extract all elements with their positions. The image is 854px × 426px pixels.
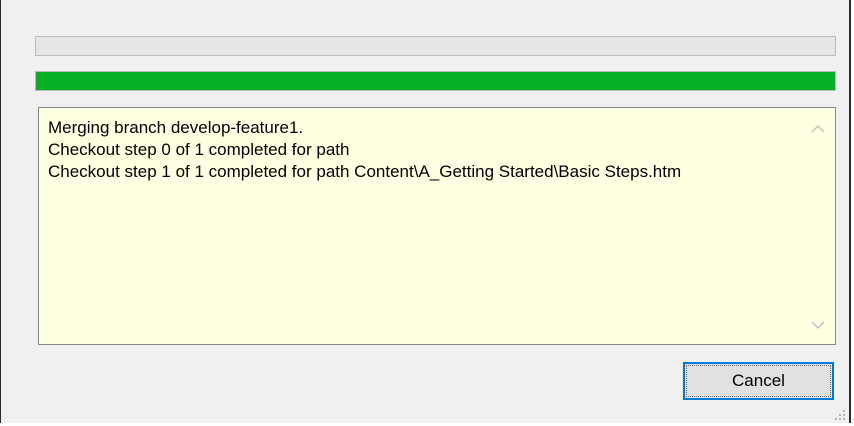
log-line: Merging branch develop-feature1. <box>48 118 304 137</box>
cancel-button[interactable]: Cancel <box>683 362 834 400</box>
vertical-scrollbar[interactable] <box>801 108 835 344</box>
resize-grip-icon[interactable] <box>834 408 846 420</box>
chevron-down-icon[interactable] <box>801 310 835 340</box>
output-log-box[interactable]: Merging branch develop-feature1. Checkou… <box>38 107 836 345</box>
chevron-up-icon[interactable] <box>801 114 835 144</box>
output-log-text: Merging branch develop-feature1. Checkou… <box>48 117 803 183</box>
overall-progress-bar <box>35 36 836 56</box>
step-progress-fill <box>36 72 835 90</box>
merge-progress-dialog: Merging branch develop-feature1. Checkou… <box>0 0 851 423</box>
step-progress-bar <box>35 71 836 91</box>
log-line: Checkout step 0 of 1 completed for path <box>48 140 350 159</box>
log-line: Checkout step 1 of 1 completed for path … <box>48 162 682 181</box>
